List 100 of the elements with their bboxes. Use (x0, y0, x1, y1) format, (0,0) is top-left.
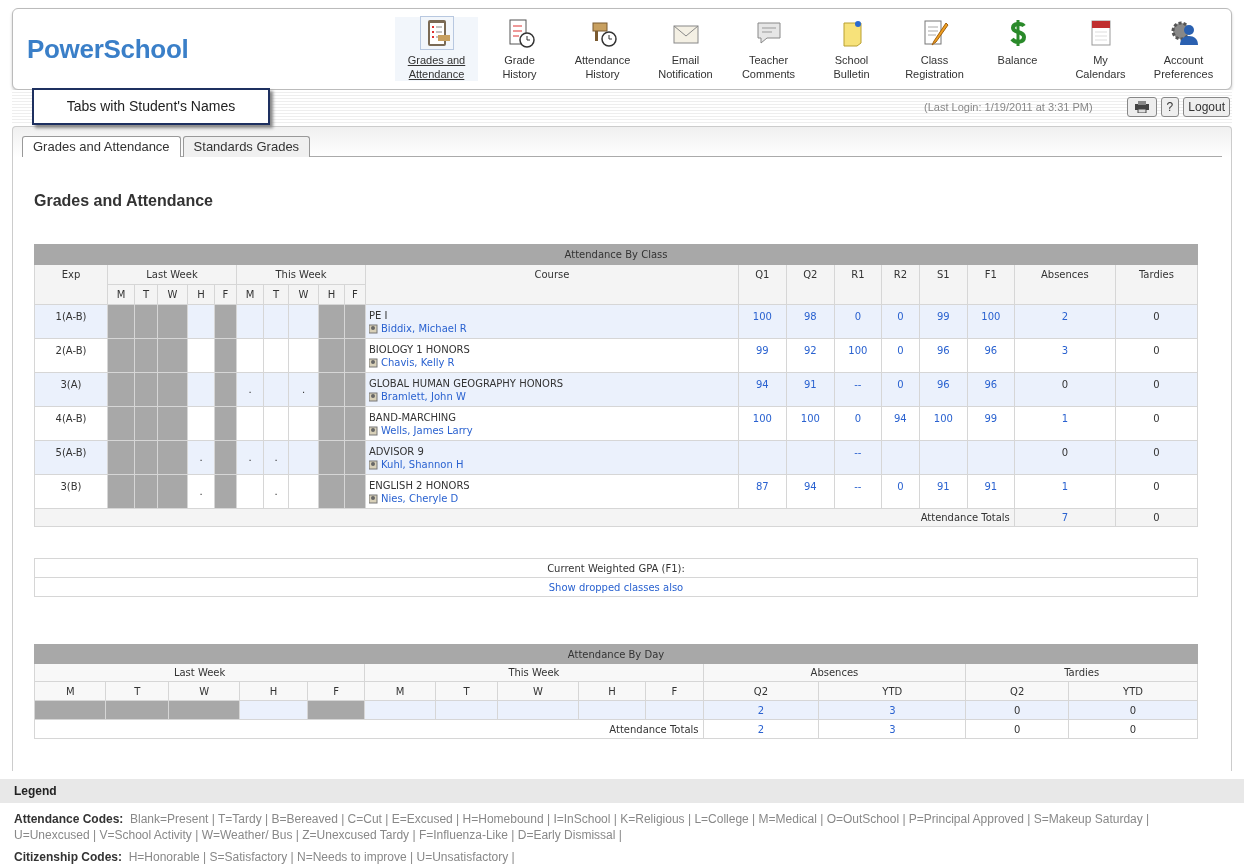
nav-item[interactable]: Balance (976, 17, 1059, 81)
column-header: H (578, 681, 646, 701)
column-header: R1 (834, 264, 882, 305)
absences-count[interactable]: 1 (1061, 413, 1069, 424)
course-name: PE I (369, 309, 389, 322)
total-value[interactable]: 2 (757, 723, 765, 735)
grade-link[interactable]: 94 (893, 413, 907, 424)
day-cell: . (236, 372, 264, 407)
nav-item[interactable]: My Calendars (1059, 17, 1142, 81)
legend-text: Citizenship Codes: H=Honorable | S=Satisfactory | N=Needs to improve | U=Unsatisfactory | (14, 849, 516, 865)
nav-item[interactable]: School Bulletin (810, 17, 893, 81)
grade-link[interactable]: 0 (897, 345, 904, 356)
grade-link[interactable]: 87 (755, 481, 769, 492)
tab[interactable]: Grades and Attendance (22, 136, 181, 157)
nav-item[interactable]: Grade History (478, 17, 561, 81)
nav-item[interactable]: Grades and Attendance (395, 17, 478, 81)
legend-title: Legend (14, 783, 57, 800)
count-value: 0 (1129, 704, 1137, 716)
teacher-link[interactable]: Chavis, Kelly R (381, 356, 455, 370)
grade-link[interactable]: 0 (854, 413, 862, 424)
grade-link[interactable]: 96 (984, 345, 998, 356)
table-cell: 5(A-B) (34, 440, 108, 475)
column-header: YTD (1068, 681, 1198, 701)
grade-link[interactable]: 94 (755, 379, 769, 390)
teacher-link[interactable]: Bramlett, John W (381, 390, 466, 404)
grade-link[interactable]: 91 (984, 481, 998, 492)
nav-item[interactable]: Account Preferences (1142, 17, 1225, 81)
grade-link[interactable]: 96 (984, 379, 998, 390)
callout-box: Tabs with Student's Names (32, 88, 270, 125)
grade-link[interactable]: 0 (854, 311, 862, 322)
table-cell: 1(A-B) (34, 304, 108, 339)
grade-link[interactable]: 98 (803, 311, 817, 322)
totals-label: Attendance Totals (34, 508, 1015, 527)
teacher-icon (369, 494, 378, 504)
table-cell: 0 (1115, 372, 1198, 407)
teacher-link[interactable]: Nies, Cheryle D (381, 492, 459, 506)
course-name: BAND-MARCHING (369, 411, 458, 424)
table-cell: 2(A-B) (34, 338, 108, 373)
grade-link[interactable]: 99 (984, 413, 998, 424)
grade-link[interactable]: 91 (936, 481, 950, 492)
grade-link[interactable]: 100 (800, 413, 820, 424)
column-header: Exp (34, 264, 108, 305)
teacher-icon (369, 392, 378, 402)
grade-link[interactable]: 91 (803, 379, 817, 390)
teacher-icon (369, 426, 378, 436)
column-header: Course (365, 264, 739, 305)
table-cell: 4(A-B) (34, 406, 108, 441)
grade-link[interactable]: 0 (897, 379, 904, 390)
column-header: F (307, 681, 365, 701)
grade-link[interactable]: 92 (803, 345, 817, 356)
grade-link[interactable]: 100 (752, 413, 772, 424)
grade-link[interactable]: -- (854, 447, 862, 458)
grade-link[interactable]: 100 (752, 311, 772, 322)
column-header: F (645, 681, 704, 701)
grade-link[interactable]: 99 (755, 345, 769, 356)
absences-count[interactable]: 1 (1061, 481, 1069, 492)
totals-link[interactable]: 7 (1061, 512, 1069, 523)
grade-link[interactable]: 0 (897, 481, 904, 492)
logout-button[interactable]: Logout (1183, 97, 1230, 117)
tab[interactable]: Standards Grades (182, 136, 311, 157)
dropped-classes-link[interactable]: Show dropped classes also (548, 581, 684, 593)
course-name: GLOBAL HUMAN GEOGRAPHY HONORS (369, 377, 565, 390)
count-value[interactable]: 3 (889, 704, 896, 716)
column-header: M (364, 681, 436, 701)
column-header: Q2 (965, 681, 1069, 701)
total-value[interactable]: 3 (889, 723, 896, 735)
total-value: 0 (1129, 723, 1137, 735)
help-button[interactable]: ? (1160, 97, 1180, 117)
day-cell: . (236, 440, 264, 475)
nav-item[interactable]: Attendance History (561, 17, 644, 81)
column-header: M (34, 681, 106, 701)
grade-link[interactable]: -- (854, 481, 862, 492)
absences-count[interactable]: 2 (1061, 311, 1069, 322)
column-header: Absences (1014, 264, 1116, 305)
nav-item[interactable]: Email Notification (644, 17, 727, 81)
count-value[interactable]: 2 (757, 704, 765, 716)
column-header: T (106, 681, 169, 701)
grade-link[interactable]: 100 (848, 345, 868, 356)
column-header: Q1 (738, 264, 787, 305)
nav-item[interactable]: Teacher Comments (727, 17, 810, 81)
teacher-link[interactable]: Kuhl, Shannon H (381, 458, 464, 472)
column-header: T (435, 681, 498, 701)
grade-link[interactable]: 100 (933, 413, 953, 424)
gpa-label: Current Weighted GPA (F1): (34, 558, 1198, 578)
grade-link[interactable]: 0 (897, 311, 904, 322)
grade-link[interactable]: 96 (936, 345, 950, 356)
printer-icon (1133, 101, 1150, 113)
teacher-link[interactable]: Wells, James Larry (381, 424, 473, 438)
teacher-link[interactable]: Biddix, Michael R (381, 322, 467, 336)
grade-link[interactable]: 94 (803, 481, 817, 492)
absences-count[interactable]: 3 (1061, 345, 1069, 356)
day-cell: . (263, 440, 289, 475)
grade-link[interactable]: 96 (936, 379, 950, 390)
grade-link[interactable]: 100 (981, 311, 1001, 322)
logo: PowerSchool (27, 32, 190, 66)
table-cell: 3(A) (34, 372, 108, 407)
print-button[interactable] (1126, 97, 1157, 117)
grade-link[interactable]: 99 (936, 311, 950, 322)
nav-item[interactable]: Class Registration (893, 17, 976, 81)
grade-link[interactable]: -- (854, 379, 862, 390)
